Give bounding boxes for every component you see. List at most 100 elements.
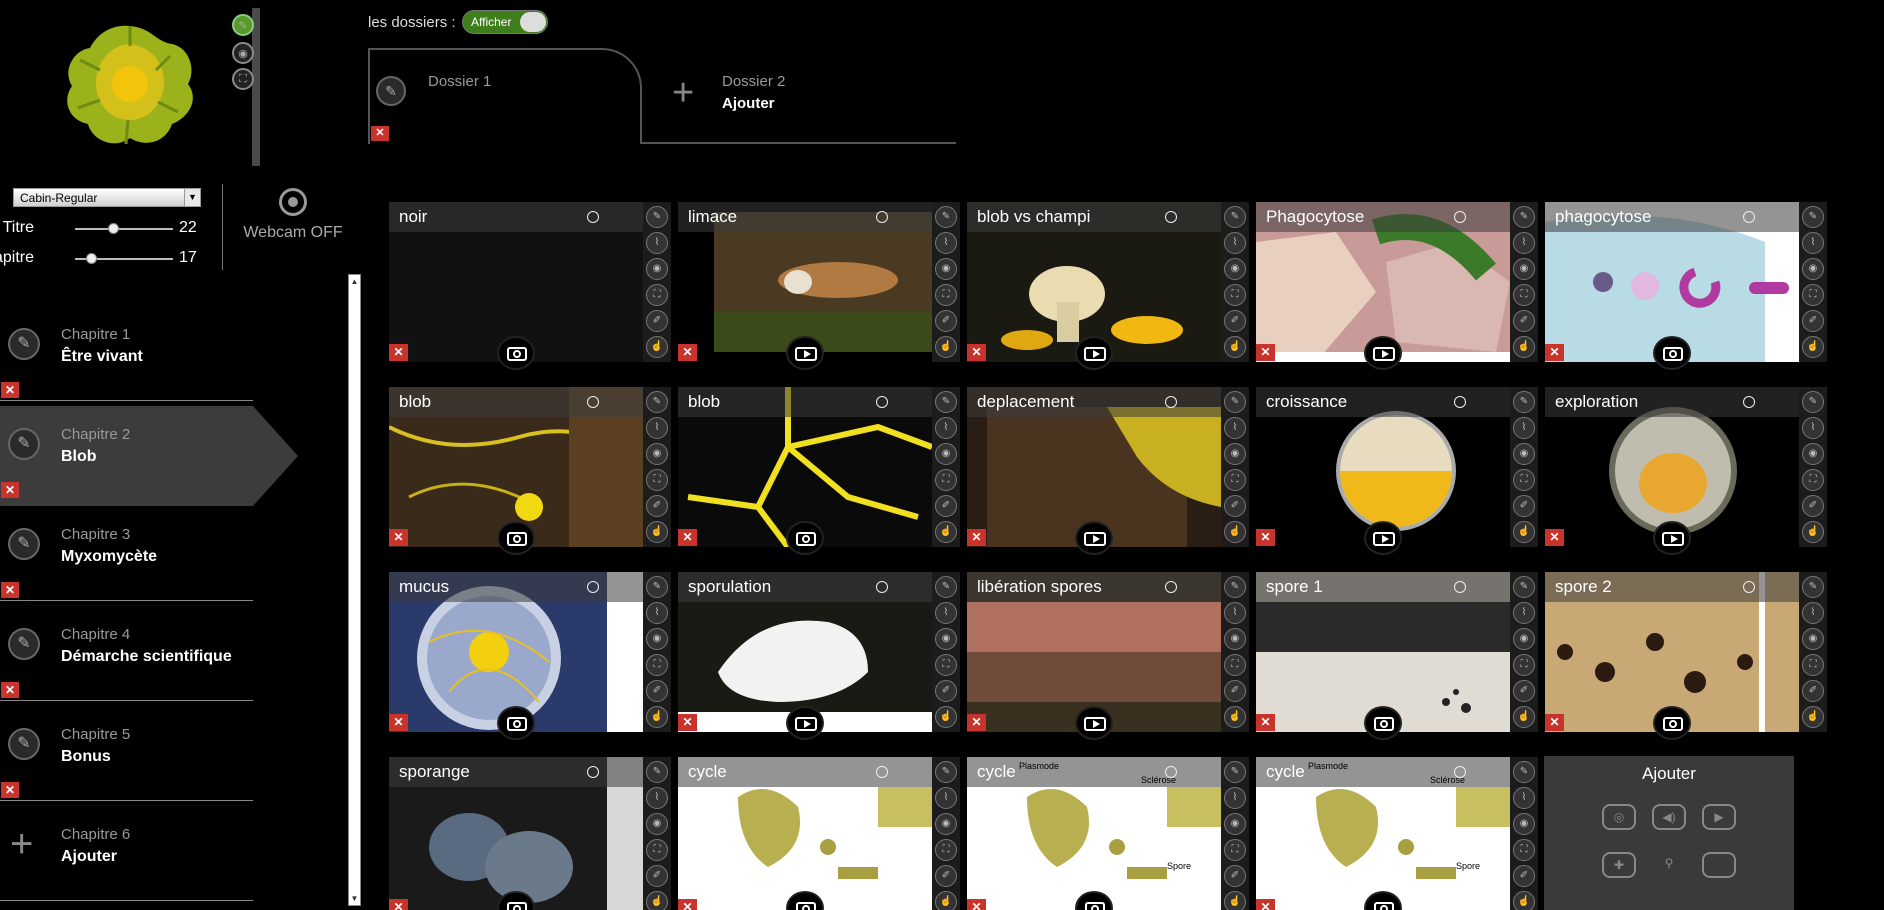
pencil-icon[interactable]: ✎ (646, 391, 668, 413)
fullscreen-icon[interactable]: ⛶ (1224, 839, 1246, 861)
brush-icon[interactable]: ⌇ (1802, 417, 1824, 439)
media-card[interactable]: mucus ✎ ⌇ ◉ ⛶ ✐ ☝ ✕ (389, 572, 671, 740)
eye-icon[interactable]: ◉ (1513, 258, 1535, 280)
edit-tool-icon[interactable]: ✐ (935, 310, 957, 332)
play-button[interactable] (1075, 521, 1113, 555)
media-card[interactable]: noir ✎ ⌇ ◉ ⛶ ✐ ☝ ✕ (389, 202, 671, 370)
edit-tool-icon[interactable]: ✐ (1802, 310, 1824, 332)
delete-card-button[interactable]: ✕ (389, 714, 408, 731)
delete-card-button[interactable]: ✕ (389, 344, 408, 361)
edit-tool-icon[interactable]: ✐ (1513, 495, 1535, 517)
pencil-icon[interactable]: ✎ (935, 761, 957, 783)
delete-card-button[interactable]: ✕ (678, 899, 697, 910)
brush-icon[interactable]: ⌇ (1513, 232, 1535, 254)
fullscreen-icon[interactable]: ⛶ (1224, 284, 1246, 306)
delete-chapter-button[interactable]: ✕ (1, 482, 19, 498)
pencil-icon[interactable]: ✎ (1513, 391, 1535, 413)
delete-card-button[interactable]: ✕ (389, 529, 408, 546)
fullscreen-icon[interactable]: ⛶ (1513, 469, 1535, 491)
eye-icon[interactable]: ◉ (935, 813, 957, 835)
pencil-icon[interactable]: ✎ (646, 576, 668, 598)
fullscreen-icon[interactable]: ⛶ (646, 284, 668, 306)
pencil-icon[interactable]: ✎ (646, 206, 668, 228)
select-radio[interactable] (587, 766, 599, 778)
pointer-icon[interactable]: ☝ (646, 706, 668, 728)
pointer-icon[interactable]: ☝ (646, 891, 668, 910)
fullscreen-icon[interactable]: ⛶ (1513, 284, 1535, 306)
select-radio[interactable] (1454, 211, 1466, 223)
eye-icon[interactable]: ◉ (646, 813, 668, 835)
fullscreen-icon[interactable]: ⛶ (1513, 654, 1535, 676)
delete-chapter-button[interactable]: ✕ (1, 582, 19, 598)
camera-icon[interactable]: ◎ (1602, 804, 1636, 830)
pointer-icon[interactable]: ☝ (1513, 891, 1535, 910)
edit-tool-icon[interactable]: ✐ (646, 495, 668, 517)
eye-icon[interactable]: ◉ (935, 628, 957, 650)
fullscreen-icon[interactable]: ⛶ (935, 469, 957, 491)
webcam-button[interactable]: Webcam OFF (238, 188, 348, 242)
select-radio[interactable] (876, 211, 888, 223)
titre-slider-track[interactable] (75, 228, 173, 230)
media-card[interactable]: spore 1 ✎ ⌇ ◉ ⛶ ✐ ☝ ✕ (1256, 572, 1538, 740)
media-card[interactable]: sporange ✎ ⌇ ◉ ⛶ ✐ ☝ ✕ (389, 757, 671, 910)
pointer-icon[interactable]: ☝ (1224, 891, 1246, 910)
pencil-icon[interactable]: ✎ (935, 206, 957, 228)
edit-mode-icon[interactable]: ✎ (232, 14, 254, 36)
select-radio[interactable] (876, 766, 888, 778)
play-button[interactable] (1075, 706, 1113, 740)
delete-chapter-button[interactable]: ✕ (1, 382, 19, 398)
pointer-icon[interactable]: ☝ (1224, 336, 1246, 358)
brush-icon[interactable]: ⌇ (646, 232, 668, 254)
eye-icon[interactable]: ◉ (646, 258, 668, 280)
media-card[interactable]: blob ✎ ⌇ ◉ ⛶ ✐ ☝ ✕ (678, 387, 960, 555)
delete-card-button[interactable]: ✕ (1545, 529, 1564, 546)
fullscreen-icon[interactable]: ⛶ (1224, 654, 1246, 676)
eye-icon[interactable]: ◉ (1224, 443, 1246, 465)
brush-icon[interactable]: ⌇ (1224, 232, 1246, 254)
fullscreen-icon[interactable]: ⛶ (1802, 469, 1824, 491)
media-card[interactable]: croissance ✎ ⌇ ◉ ⛶ ✐ ☝ ✕ (1256, 387, 1538, 555)
media-card[interactable]: exploration ✎ ⌇ ◉ ⛶ ✐ ☝ ✕ (1545, 387, 1827, 555)
pencil-icon[interactable]: ✎ (8, 628, 40, 660)
pencil-icon[interactable]: ✎ (8, 328, 40, 360)
fullscreen-icon[interactable]: ⛶ (1802, 654, 1824, 676)
eye-icon[interactable]: ◉ (1513, 813, 1535, 835)
pointer-icon[interactable]: ☝ (935, 891, 957, 910)
media-card[interactable]: sporulation ✎ ⌇ ◉ ⛶ ✐ ☝ ✕ (678, 572, 960, 740)
delete-card-button[interactable]: ✕ (1256, 714, 1275, 731)
pencil-icon[interactable]: ✎ (1802, 391, 1824, 413)
delete-card-button[interactable]: ✕ (678, 344, 697, 361)
scroll-down-icon[interactable]: ▼ (349, 892, 360, 905)
delete-chapter-button[interactable]: ✕ (1, 682, 19, 698)
play-button[interactable] (1364, 336, 1402, 370)
chapitre-slider-knob[interactable] (86, 253, 97, 264)
chevron-down-icon[interactable]: ▼ (184, 189, 200, 206)
delete-chapter-button[interactable]: ✕ (1, 782, 19, 798)
pointer-icon[interactable]: ☝ (935, 521, 957, 543)
media-card[interactable]: cycle ✎ ⌇ ◉ ⛶ ✐ ☝ ✕ (678, 757, 960, 910)
fullscreen-icon[interactable]: ⛶ (1224, 469, 1246, 491)
brush-icon[interactable]: ⌇ (1224, 417, 1246, 439)
link-icon[interactable]: ⚲ (1652, 852, 1686, 878)
pointer-icon[interactable]: ☝ (646, 521, 668, 543)
delete-folder-button[interactable]: ✕ (371, 126, 389, 141)
pencil-icon[interactable]: ✎ (935, 391, 957, 413)
select-radio[interactable] (876, 581, 888, 593)
pencil-icon[interactable]: ✎ (1224, 391, 1246, 413)
delete-card-button[interactable]: ✕ (967, 899, 986, 910)
select-radio[interactable] (1165, 766, 1177, 778)
chapter-item-6[interactable]: + Chapitre 6 Ajouter (0, 806, 253, 906)
delete-card-button[interactable]: ✕ (967, 529, 986, 546)
pencil-icon[interactable]: ✎ (1224, 761, 1246, 783)
brush-icon[interactable]: ⌇ (1802, 602, 1824, 624)
edit-tool-icon[interactable]: ✐ (1224, 495, 1246, 517)
fullscreen-icon[interactable]: ⛶ (646, 654, 668, 676)
media-card[interactable]: blob ✎ ⌇ ◉ ⛶ ✐ ☝ ✕ (389, 387, 671, 555)
fullscreen-icon[interactable]: ⛶ (646, 469, 668, 491)
fullscreen-icon[interactable]: ⛶ (935, 284, 957, 306)
eye-icon[interactable]: ◉ (1224, 813, 1246, 835)
camera-button[interactable] (1364, 706, 1402, 740)
media-card[interactable]: cycle Plasmode Sclérose Spore ✎ ⌇ ◉ ⛶ ✐ ☝ ✕ (967, 757, 1249, 910)
delete-card-button[interactable]: ✕ (678, 529, 697, 546)
select-radio[interactable] (876, 396, 888, 408)
